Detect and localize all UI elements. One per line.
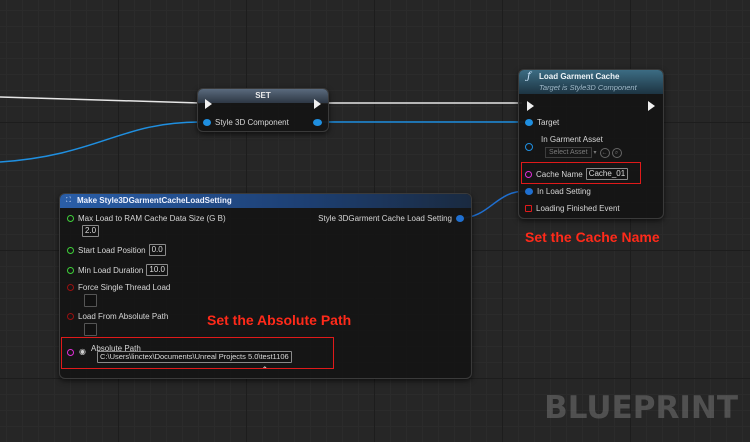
garment-asset-label: In Garment Asset [541, 135, 603, 144]
load-setting-label: In Load Setting [537, 187, 591, 196]
set-node-title: SET [255, 91, 271, 100]
set-component-row: Style 3D Component [203, 118, 289, 127]
loading-finished-label: Loading Finished Event [536, 204, 620, 213]
load-exec-in-pin[interactable] [527, 101, 534, 111]
abs-path-value-row: C:\Users\linctex\Documents\Unreal Projec… [94, 351, 292, 363]
start-pos-row: Start Load Position 0.0 [67, 244, 166, 256]
target-label: Target [537, 118, 560, 127]
cache-name-pin[interactable] [525, 170, 532, 178]
garment-asset-label-row: In Garment Asset [541, 135, 603, 144]
exec-wire-in [0, 96, 201, 104]
object-wire-in [0, 121, 201, 163]
min-duration-label: Min Load Duration [78, 265, 144, 275]
set-component-label: Style 3D Component [215, 118, 289, 127]
load-node-subtitle: Target is Style3D Component [539, 83, 637, 92]
absolute-toggle-label: Load From Absolute Path [78, 312, 169, 321]
max-load-label: Max Load to RAM Cache Data Size (G B) [78, 214, 226, 223]
use-selected-asset-icon[interactable]: ← [599, 147, 610, 158]
cache-name-label: Cache Name [536, 169, 583, 179]
chevron-down-icon: ▾ [593, 150, 597, 156]
cache-name-annotation: Set the Cache Name [525, 229, 660, 245]
cache-name-row: Cache Name Cache_01 [525, 168, 629, 180]
max-load-input[interactable]: 2.0 [82, 225, 100, 237]
min-duration-input[interactable]: 10.0 [146, 264, 168, 276]
garment-asset-pin[interactable] [525, 143, 533, 151]
set-node-header[interactable]: SET [198, 89, 328, 103]
make-node-header[interactable]: ⛶ Make Style3DGarmentCacheLoadSetting [60, 194, 471, 208]
min-duration-pin[interactable] [67, 266, 74, 274]
browse-asset-icon[interactable]: ⌕ [611, 147, 622, 158]
select-asset-dropdown[interactable]: Select Asset [545, 147, 592, 158]
force-single-row: Force Single Thread Load [67, 283, 170, 292]
absolute-path-annotation: Set the Absolute Path [207, 312, 352, 328]
abs-path-input[interactable]: C:\Users\linctex\Documents\Unreal Projec… [97, 351, 292, 363]
struct-make-icon: ⛶ [66, 197, 71, 204]
max-load-pin[interactable] [67, 215, 74, 222]
set-exec-in-pin[interactable] [205, 99, 212, 109]
load-setting-pin[interactable] [525, 188, 533, 195]
start-pos-label: Start Load Position [78, 245, 146, 255]
start-pos-input[interactable]: 0.0 [148, 244, 166, 256]
absolute-toggle-pin[interactable] [67, 313, 74, 320]
loading-finished-event-pin[interactable] [525, 205, 532, 212]
cache-name-input[interactable]: Cache_01 [585, 168, 629, 180]
force-single-pin[interactable] [67, 284, 74, 291]
collapse-chevron-icon[interactable]: ⌃ [261, 365, 269, 376]
force-single-checkbox[interactable] [84, 294, 97, 307]
absolute-toggle-checkbox[interactable] [84, 323, 97, 336]
load-garment-cache-node[interactable]: ƒ Load Garment Cache Target is Style3D C… [518, 69, 664, 219]
set-component-in-pin[interactable] [203, 119, 211, 126]
load-node-header[interactable]: ƒ Load Garment Cache Target is Style3D C… [519, 70, 663, 94]
loading-finished-row: Loading Finished Event [525, 204, 620, 213]
output-struct-pin[interactable] [456, 215, 464, 222]
set-component-out-pin[interactable] [313, 119, 322, 126]
force-single-label: Force Single Thread Load [78, 283, 171, 292]
load-exec-out-pin[interactable] [648, 101, 655, 111]
make-node-title: Make Style3DGarmentCacheLoadSetting [77, 196, 232, 205]
abs-path-pin[interactable] [67, 349, 74, 356]
min-duration-row: Min Load Duration 10.0 [67, 264, 168, 276]
blueprint-watermark: BLUEPRINT [544, 390, 738, 426]
max-load-row: Max Load to RAM Cache Data Size (G B) [67, 214, 226, 223]
target-pin[interactable] [525, 119, 533, 126]
start-pos-pin[interactable] [67, 246, 74, 254]
blueprint-graph-canvas[interactable]: SET Style 3D Component ƒ Load Garment Ca… [0, 0, 750, 442]
absolute-toggle-row: Load From Absolute Path [67, 312, 168, 321]
max-load-value-row: 2.0 [79, 225, 100, 237]
function-icon: ƒ [527, 71, 531, 82]
make-load-setting-node[interactable]: ⛶ Make Style3DGarmentCacheLoadSetting St… [59, 193, 472, 379]
load-setting-row: In Load Setting [525, 187, 591, 196]
load-node-title: Load Garment Cache [539, 72, 620, 81]
output-label: Style 3DGarment Cache Load Setting [318, 214, 452, 223]
garment-asset-select-row: Select Asset ▾ ← ⌕ [545, 147, 622, 158]
eye-icon[interactable]: ◉ [79, 347, 86, 356]
set-node[interactable]: SET Style 3D Component [197, 88, 329, 132]
target-row: Target [525, 118, 559, 127]
set-exec-out-pin[interactable] [314, 99, 321, 109]
output-row: Style 3DGarment Cache Load Setting [318, 214, 464, 223]
